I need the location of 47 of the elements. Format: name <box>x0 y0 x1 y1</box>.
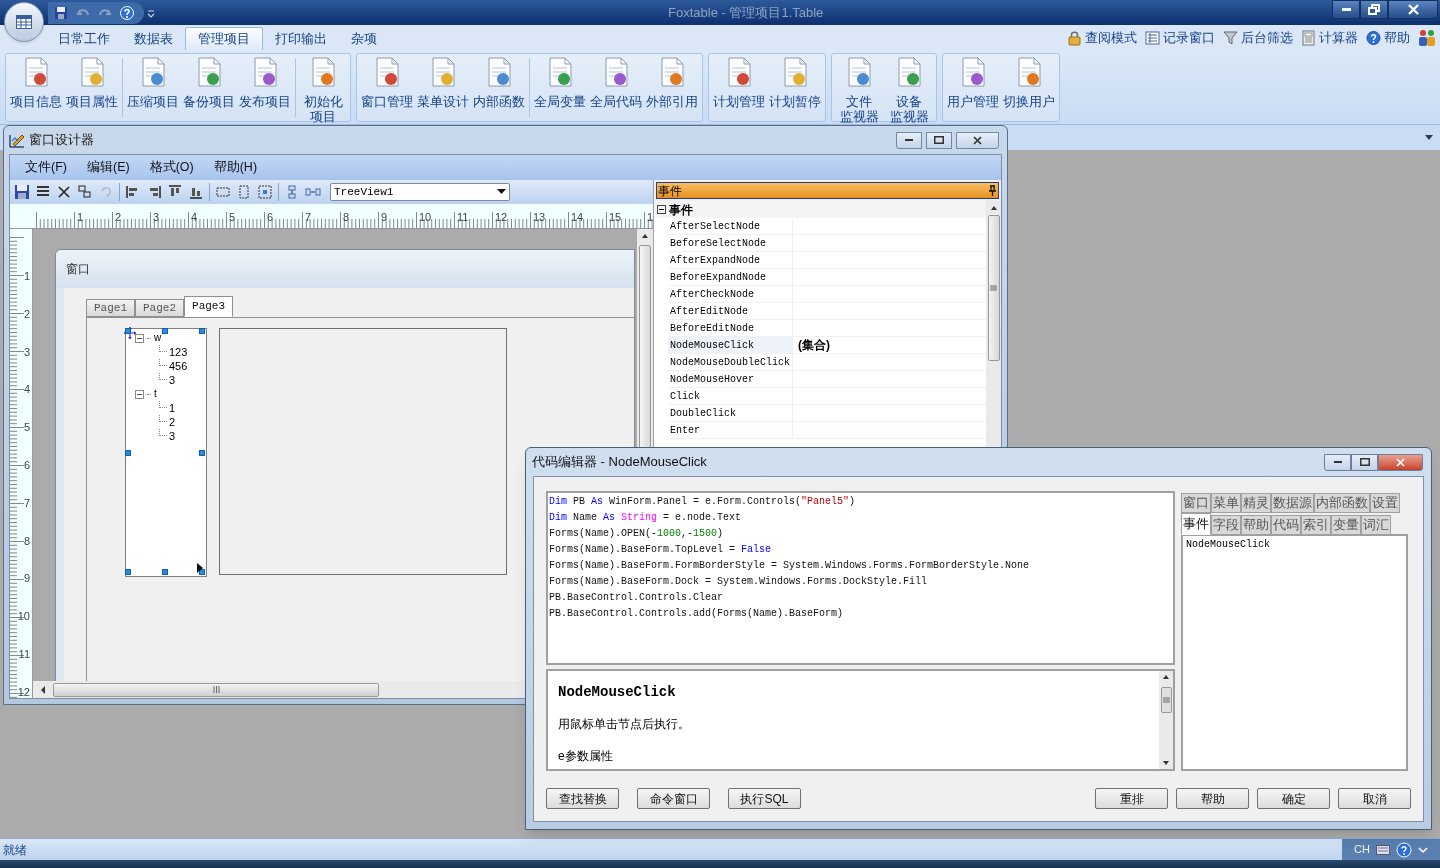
ruler-number: 7 <box>23 497 30 509</box>
ruler-number: 5 <box>229 212 236 223</box>
panel-title: 事件 <box>658 184 682 197</box>
form-title: 窗口 <box>66 261 90 278</box>
ruler-number: 9 <box>381 212 388 223</box>
code-line: Forms(Name).BaseForm.TopLevel = False <box>549 543 773 557</box>
ruler-number: 10 <box>419 212 432 223</box>
ruler-number: 8 <box>343 212 350 223</box>
ruler-number: 14 <box>571 212 584 223</box>
ruler-number: 11 <box>457 212 469 223</box>
ruler-number: 2 <box>115 212 122 223</box>
ruler-number: 9 <box>23 573 30 585</box>
ruler-number: 11 <box>18 649 30 660</box>
code-line: PB.BaseControl.Controls.add(Forms(Name).BaseForm) <box>549 607 845 621</box>
ruler-number: 1 <box>23 271 30 282</box>
category-label: 事件 <box>669 201 693 219</box>
ruler-number: 3 <box>23 346 30 358</box>
ruler-number: 1 <box>647 212 654 223</box>
code-line: Forms(Name).BaseForm.Dock = System.Windows.Forms.DockStyle.Fill <box>549 575 929 589</box>
window-title: 代码编辑器 - NodeMouseClick <box>532 453 707 472</box>
code-line: Dim Name As String = e.node.Text <box>549 511 743 525</box>
ruler-number: 12 <box>495 212 508 223</box>
code-line: Forms(Name).OPEN(-1000,-1500) <box>549 527 725 541</box>
code-line: Forms(Name).BaseForm.FormBorderStyle = System.Windows.Forms.FormBorderStyle.None <box>549 559 1031 573</box>
language-indicator: CH <box>1354 842 1370 858</box>
ruler-number: 7 <box>305 212 312 223</box>
ruler-number: 6 <box>267 212 274 223</box>
window-title: 窗口设计器 <box>29 131 94 150</box>
ruler-number: 2 <box>23 308 30 320</box>
help-text: e参数属性 <box>558 750 614 762</box>
help-heading: NodeMouseClick <box>558 685 677 699</box>
ruler-number: 8 <box>23 535 30 547</box>
ruler-number: 6 <box>23 460 30 471</box>
code-line: Dim PB As WinForm.Panel = e.Form.Controls("Panel5") <box>549 495 857 509</box>
ruler-number: 4 <box>191 212 198 223</box>
ruler-number: 10 <box>17 611 30 623</box>
code-line: PB.BaseControl.Controls.Clear <box>549 591 725 605</box>
ruler-number: 4 <box>23 384 30 396</box>
ruler-number: 15 <box>609 212 622 223</box>
help-text: 用鼠标单击节点后执行。 <box>558 718 691 730</box>
ruler-number: 5 <box>23 422 30 434</box>
status-text: 就绪 <box>3 841 27 859</box>
ruler-number: 12 <box>17 686 30 698</box>
ruler-number: 13 <box>533 212 546 223</box>
ruler-number: 1 <box>77 212 84 223</box>
window-title: Foxtable - 管理项目1.Table <box>668 4 824 22</box>
ruler-number: 3 <box>153 212 160 223</box>
